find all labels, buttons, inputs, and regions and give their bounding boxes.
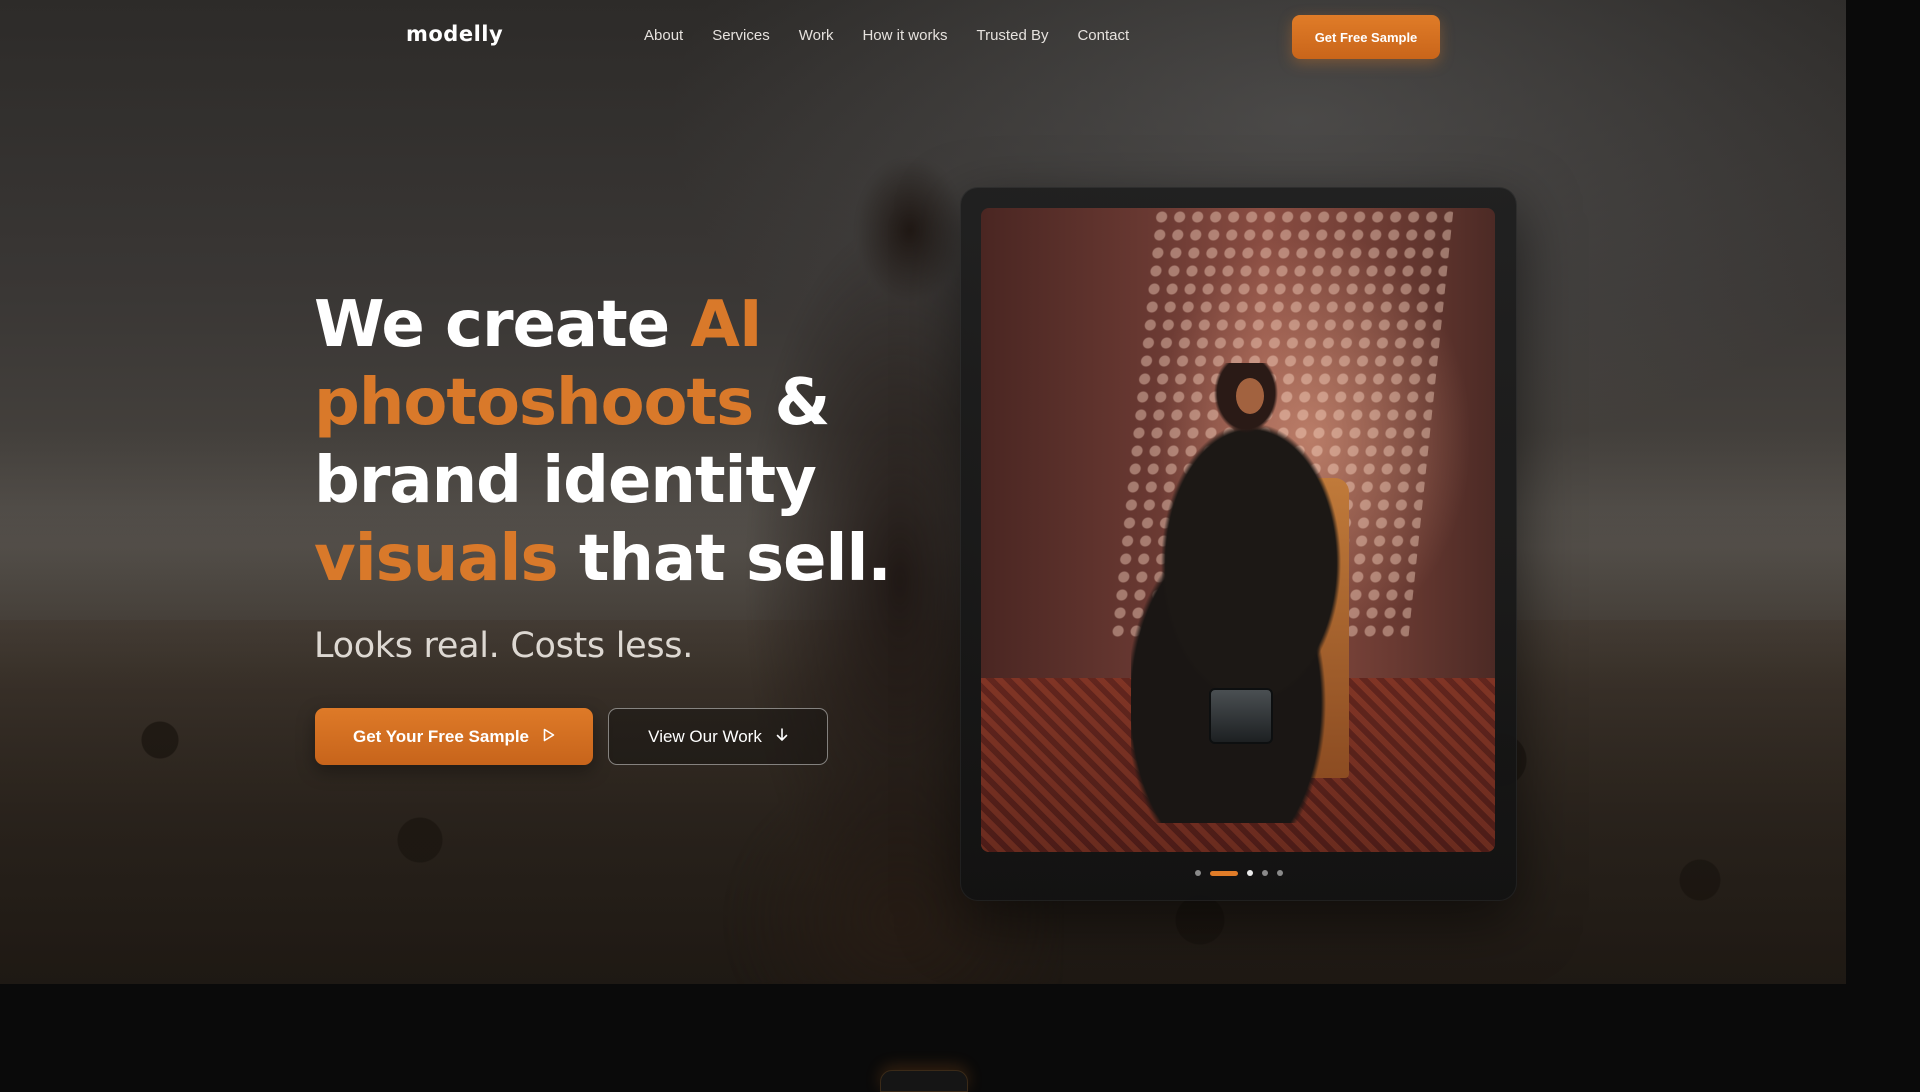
view-our-work-button[interactable]: View Our Work xyxy=(608,708,828,765)
photo-model-face xyxy=(1236,378,1264,414)
carousel-dots xyxy=(960,870,1517,876)
next-section-device-peek xyxy=(880,1070,968,1092)
carousel-dot-2[interactable] xyxy=(1209,870,1238,876)
button-label: Get Your Free Sample xyxy=(352,726,530,746)
nav-link-how-it-works[interactable]: How it works xyxy=(862,27,947,44)
photo-model xyxy=(1131,363,1371,823)
nav-link-contact[interactable]: Contact xyxy=(1077,27,1129,44)
showcase-photo[interactable] xyxy=(981,208,1495,852)
carousel-dot-4[interactable] xyxy=(1261,870,1268,876)
hero-subhead: Looks real. Costs less. xyxy=(314,626,694,666)
get-your-free-sample-button[interactable]: Get Your Free Sample xyxy=(315,708,593,765)
headline-accent-text: photoshoots xyxy=(314,366,754,440)
headline-text: brand identity xyxy=(314,444,817,518)
headline-accent-text: AI xyxy=(690,288,762,362)
headline-text: that sell. xyxy=(557,522,892,596)
hero-headline: We create AI photoshoots & brand identit… xyxy=(314,286,914,598)
showcase-frame xyxy=(960,187,1517,901)
nav-link-work[interactable]: Work xyxy=(799,27,834,44)
top-nav: modelly About Services Work How it works… xyxy=(0,0,1846,74)
headline-line-3: brand identity xyxy=(314,442,914,520)
headline-text: We create xyxy=(314,288,691,362)
headline-line-4: visuals that sell. xyxy=(314,520,914,598)
nav-links: About Services Work How it works Trusted… xyxy=(644,27,1158,44)
play-outline-icon xyxy=(543,727,555,747)
nav-link-services[interactable]: Services xyxy=(712,27,770,44)
carousel-dot-1[interactable] xyxy=(1194,870,1201,876)
nav-link-about[interactable]: About xyxy=(644,27,683,44)
nav-link-trusted-by[interactable]: Trusted By xyxy=(976,27,1048,44)
logo[interactable]: modelly xyxy=(406,22,503,46)
photo-handbag xyxy=(1209,688,1273,744)
headline-text: & xyxy=(753,366,830,440)
headline-accent-text: visuals xyxy=(314,522,559,596)
get-free-sample-button[interactable]: Get Free Sample xyxy=(1292,15,1440,59)
headline-line-2: photoshoots & xyxy=(314,364,914,442)
carousel-dot-3[interactable] xyxy=(1246,870,1253,876)
headline-line-1: We create AI xyxy=(314,286,914,364)
carousel-dot-5[interactable] xyxy=(1276,870,1283,876)
arrow-down-icon xyxy=(776,727,788,747)
button-label: View Our Work xyxy=(648,726,762,746)
hero-section: modelly About Services Work How it works… xyxy=(0,0,1846,984)
